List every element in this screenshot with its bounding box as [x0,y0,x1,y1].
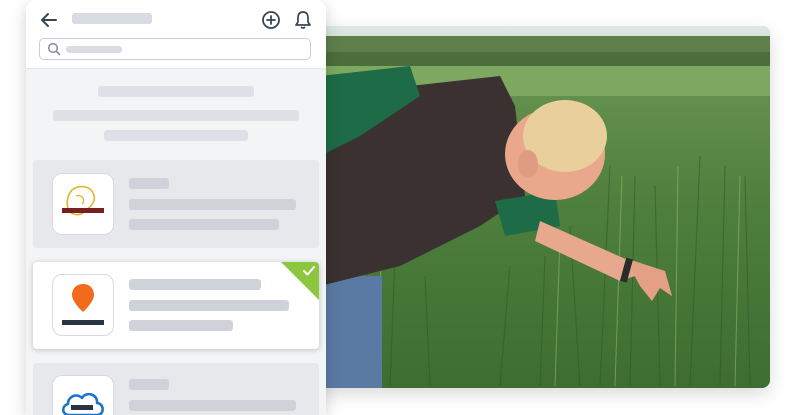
field-outline-logo-icon [52,173,114,235]
card-text-line [129,300,289,311]
plus-circle-icon[interactable] [260,9,282,31]
checkmark-icon [302,264,316,282]
list-card[interactable] [33,160,319,248]
card-text-line [129,320,233,331]
card-text-line [129,400,296,411]
search-placeholder [66,46,122,53]
card-title-line [129,279,261,290]
app-header [26,0,326,69]
intro-text-line [98,86,254,97]
field-inspection-photo [300,26,770,388]
bell-icon[interactable] [292,9,314,31]
cloud-logo-icon [52,375,114,415]
list-card-selected[interactable] [33,262,319,349]
arrow-left-icon[interactable] [38,9,60,31]
card-text-line [129,219,279,230]
location-pin-logo-icon [52,274,114,336]
page-title-placeholder [72,13,152,24]
intro-text-line [53,110,299,121]
card-title-line [129,379,169,390]
search-input[interactable] [39,38,311,60]
card-text-line [129,199,296,210]
card-title-line [129,178,169,189]
list-card[interactable] [33,363,319,415]
intro-text-line [104,130,248,141]
search-icon [47,42,61,61]
app-panel [26,0,326,415]
content-area [26,69,326,415]
